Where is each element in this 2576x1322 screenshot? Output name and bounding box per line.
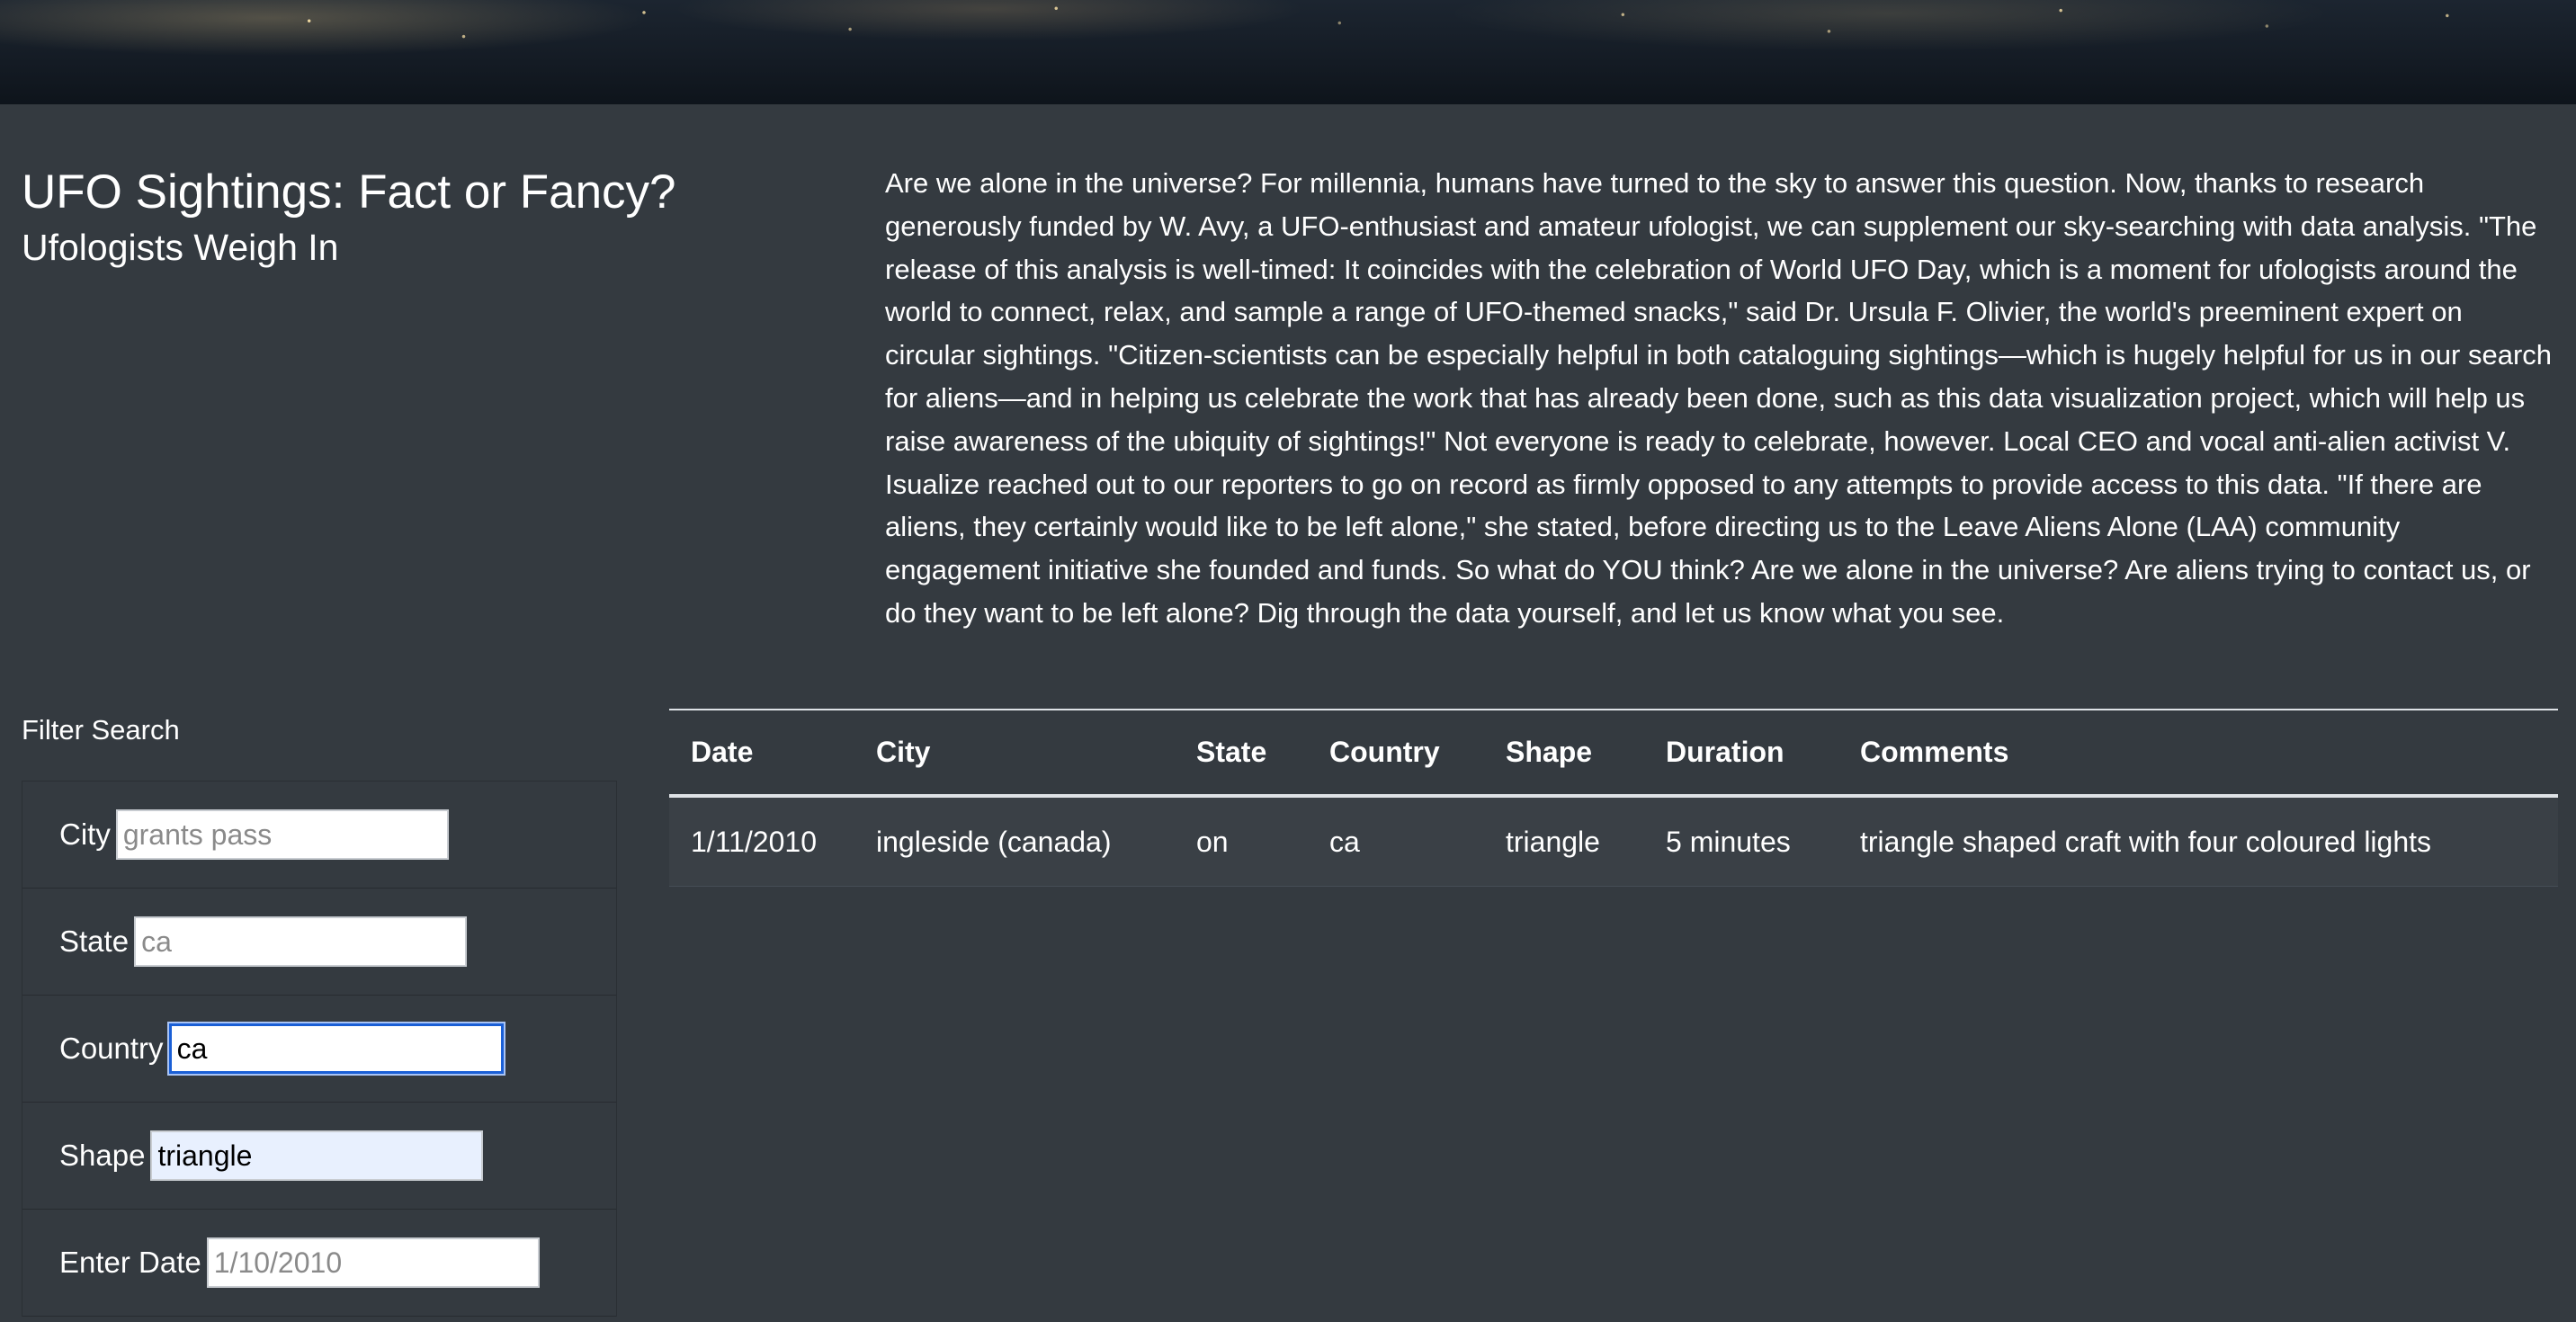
- title-block: UFO Sightings: Fact or Fancy? Ufologists…: [22, 164, 831, 270]
- filter-item-country: Country: [22, 996, 616, 1103]
- table-header: Date City State Country Shape Duration C…: [669, 709, 2558, 798]
- cell-comments: triangle shaped craft with four coloured…: [1838, 796, 2558, 887]
- column-header-comments: Comments: [1838, 709, 2558, 798]
- sightings-table: Date City State Country Shape Duration C…: [669, 709, 2558, 887]
- table-header-row: Date City State Country Shape Duration C…: [669, 709, 2558, 798]
- city-lights-decoration: [0, 0, 2576, 104]
- table-row: 1/11/2010 ingleside (canada) on ca trian…: [669, 796, 2558, 887]
- state-input[interactable]: [134, 916, 468, 967]
- filter-item-city: City: [22, 782, 616, 889]
- filter-search-title: Filter Search: [22, 714, 180, 746]
- column-header-city: City: [854, 709, 1175, 798]
- page-subtitle: Ufologists Weigh In: [22, 227, 339, 268]
- cell-shape: triangle: [1484, 796, 1644, 887]
- filter-item-state: State: [22, 889, 616, 996]
- state-label: State: [59, 925, 130, 958]
- filter-item-date: Enter Date: [22, 1210, 616, 1317]
- filter-item-shape: Shape: [22, 1103, 616, 1210]
- column-header-country: Country: [1308, 709, 1484, 798]
- column-header-duration: Duration: [1644, 709, 1838, 798]
- filter-list: City State Country Shape Enter Date: [22, 781, 617, 1317]
- column-header-shape: Shape: [1484, 709, 1644, 798]
- article-paragraph: Are we alone in the universe? For millen…: [885, 167, 2553, 629]
- shape-input[interactable]: [150, 1130, 484, 1181]
- cell-country: ca: [1308, 796, 1484, 887]
- column-header-state: State: [1175, 709, 1308, 798]
- cell-city: ingleside (canada): [854, 796, 1175, 887]
- date-input[interactable]: [206, 1237, 540, 1288]
- hero-banner-image: [0, 0, 2576, 104]
- date-label: Enter Date: [59, 1246, 201, 1279]
- cell-state: on: [1175, 796, 1308, 887]
- table-body: 1/11/2010 ingleside (canada) on ca trian…: [669, 796, 2558, 887]
- page-title: UFO Sightings: Fact or Fancy?: [22, 165, 676, 219]
- country-input[interactable]: [168, 1023, 504, 1074]
- cell-duration: 5 minutes: [1644, 796, 1838, 887]
- city-label: City: [59, 817, 111, 851]
- city-input[interactable]: [115, 809, 449, 860]
- shape-label: Shape: [59, 1139, 146, 1172]
- column-header-date: Date: [669, 709, 854, 798]
- country-label: Country: [59, 1032, 164, 1065]
- cell-date: 1/11/2010: [669, 796, 854, 887]
